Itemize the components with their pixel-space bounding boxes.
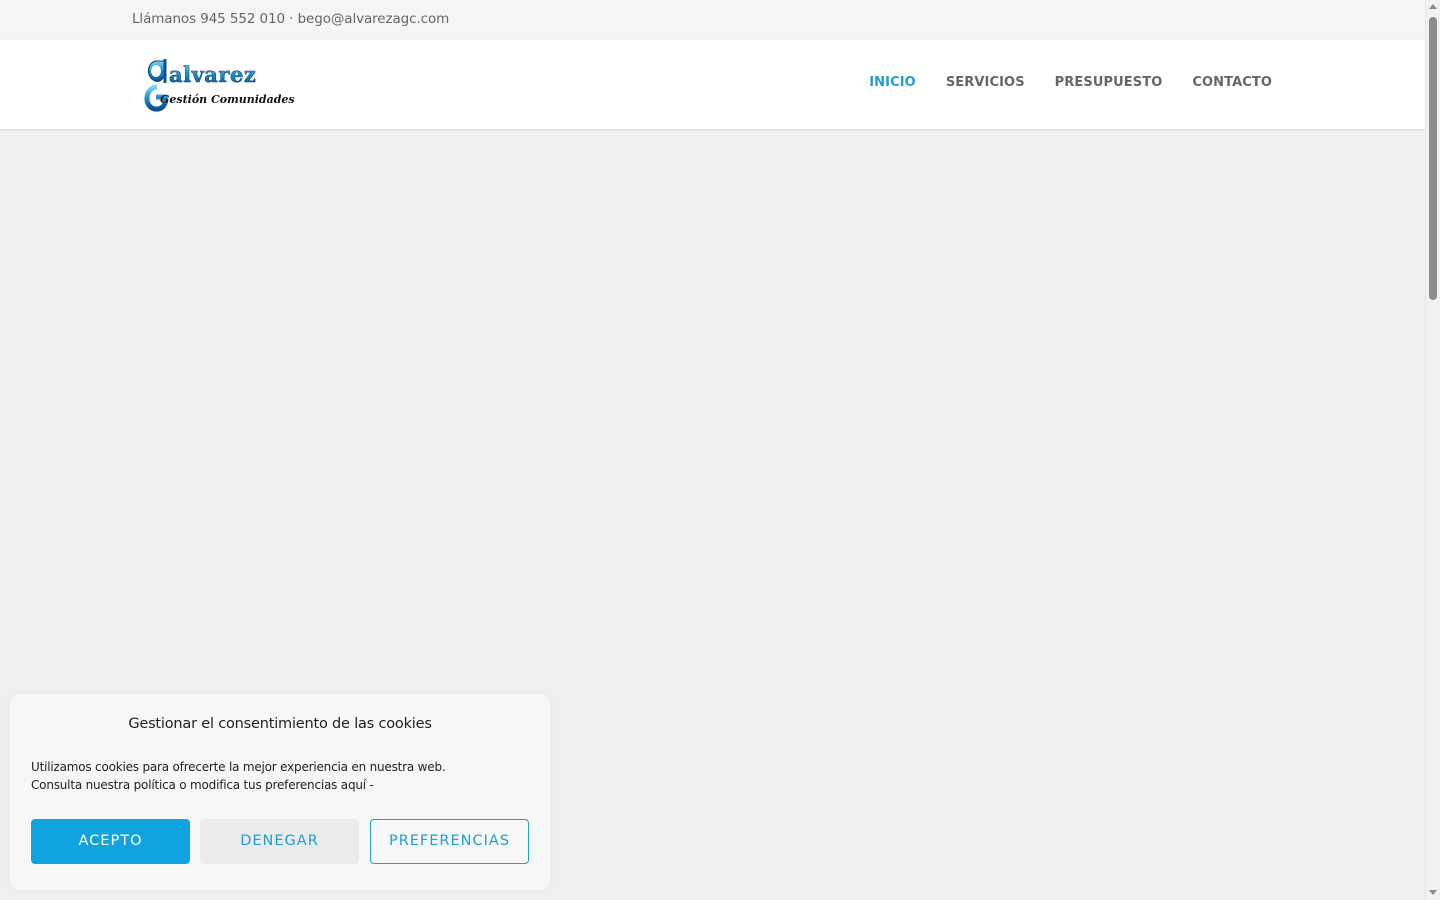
- nav-item-contacto[interactable]: CONTACTO: [1192, 75, 1272, 90]
- scroll-down-arrow-icon[interactable]: [1429, 890, 1437, 895]
- site-logo[interactable]: alvarez Gestión Comunidades: [143, 53, 295, 113]
- scroll-up-arrow-icon[interactable]: [1429, 4, 1437, 9]
- cookie-banner-title: Gestionar el consentimiento de las cooki…: [128, 716, 432, 732]
- nav-item-inicio[interactable]: INICIO: [869, 75, 916, 90]
- cookie-message-line-2[interactable]: Consulta nuestra política o modifica tus…: [31, 776, 531, 794]
- scrollbar-thumb[interactable]: [1429, 17, 1437, 300]
- contact-info-text: Llámanos 945 552 010 · bego@alvarezagc.c…: [132, 11, 450, 27]
- deny-cookies-button[interactable]: DENEGAR: [200, 819, 359, 864]
- logo-image: alvarez Gestión Comunidades: [144, 59, 295, 112]
- nav-item-presupuesto[interactable]: PRESUPUESTO: [1055, 75, 1163, 90]
- logo-text-line2: Gestión Comunidades: [160, 93, 295, 106]
- vertical-scrollbar[interactable]: [1425, 0, 1440, 900]
- site-header: alvarez Gestión Comunidades INICIO SERVI…: [0, 40, 1425, 130]
- logo-text-line1: alvarez: [169, 62, 256, 87]
- main-navigation: INICIO SERVICIOS PRESUPUESTO CONTACTO: [869, 75, 1272, 90]
- cookie-banner-message: Utilizamos cookies para ofrecerte la mej…: [31, 758, 531, 794]
- accept-cookies-button[interactable]: ACEPTO: [31, 819, 190, 864]
- top-contact-bar: Llámanos 945 552 010 · bego@alvarezagc.c…: [0, 0, 1425, 40]
- cookie-consent-banner: Gestionar el consentimiento de las cooki…: [10, 694, 550, 890]
- cookie-message-line-1: Utilizamos cookies para ofrecerte la mej…: [31, 760, 446, 774]
- nav-item-servicios[interactable]: SERVICIOS: [946, 75, 1025, 90]
- cookie-preferences-button[interactable]: PREFERENCIAS: [370, 819, 529, 864]
